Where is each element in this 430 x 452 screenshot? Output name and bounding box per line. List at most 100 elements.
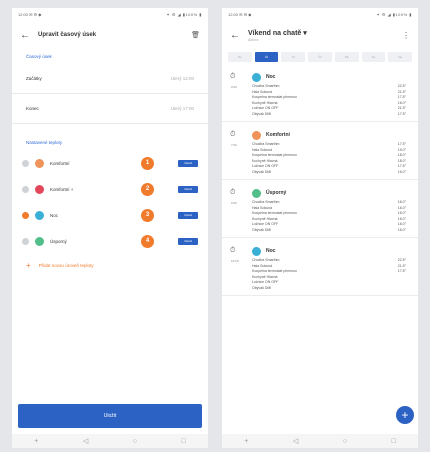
nav-back-icon[interactable]: ◁ (83, 437, 88, 445)
schedule-title[interactable]: Víkend na chatě ▾ (248, 29, 402, 37)
nav-plus-icon[interactable]: + (244, 438, 248, 445)
radio-button[interactable] (22, 237, 29, 245)
mode-icon (35, 158, 44, 168)
time-slot-card[interactable]: ⏱ Noc 0:00 Chodba Smarthm 22.5° Hala Sokuná 21… (222, 64, 418, 122)
nav-plus-icon[interactable]: + (34, 438, 38, 445)
trash-icon[interactable]: 🗑 (191, 31, 200, 39)
add-slot-fab[interactable]: + (396, 406, 414, 424)
slot-time: 16:00 (231, 259, 239, 263)
day-tab[interactable]: Čt (308, 52, 332, 62)
section-temps-label: Nastavené teploty (26, 140, 63, 145)
back-arrow-icon[interactable]: ← (20, 30, 34, 41)
day-tab[interactable]: Po (228, 52, 252, 62)
system-nav-bar: + ◁ ○ □ (222, 434, 418, 448)
start-label: Začátky (26, 76, 42, 81)
system-nav-bar: + ◁ ○ □ (12, 434, 208, 448)
edit-button[interactable]: Upravit (178, 159, 198, 167)
room-name: Obývák DMI (252, 285, 272, 290)
slot-time: 7:00 (231, 143, 237, 147)
mode-icon (252, 188, 261, 198)
edit-time-slot-screen: 12:00 ✉ ⚙ ◆ ✦ ⚙ ◢ ▮100% ▮ ← Upravit časo… (12, 8, 208, 448)
room-temp: 16.0° (397, 169, 406, 174)
nav-recents-icon[interactable]: □ (181, 438, 185, 445)
start-value: Úterý 12:00 (170, 76, 194, 81)
clock-icon: ⏱ (230, 189, 236, 196)
save-button[interactable]: Uložit (18, 404, 202, 428)
clock-icon: ⏱ (230, 247, 236, 254)
chevron-down-icon: ▾ (303, 29, 307, 37)
room-list: Chodba Smarthm 22.5° Hala Sokuná 21.5° Koupe… (252, 258, 410, 291)
more-menu-icon[interactable]: ⋮ (402, 31, 410, 40)
status-right: ✦ ⚙ ◢ ▮100% ▮ (376, 11, 412, 17)
temperature-row[interactable]: Komfortní 1 Upravit (12, 150, 208, 176)
day-tab[interactable]: Ne (388, 52, 413, 62)
section-time-label: Časový úsek (26, 54, 52, 59)
nav-home-icon[interactable]: ○ (343, 438, 347, 445)
end-value: Úterý 17:00 (170, 106, 194, 111)
nav-recents-icon[interactable]: □ (391, 438, 395, 445)
day-tabs: Po Út St Čt Pá So Ne (222, 50, 418, 64)
room-temp: 17.5° (397, 269, 406, 273)
edit-button[interactable]: Upravit (178, 185, 198, 193)
temperature-label: Komfortní (50, 160, 70, 166)
time-slot-card[interactable]: ⏱ Úsporný 9:00 Chodba Smarthm 16.0° Hala Soku… (222, 180, 418, 238)
slot-time: 0:00 (231, 85, 237, 89)
slot-time: 9:00 (231, 201, 237, 205)
clock-icon: ⏱ (230, 73, 236, 80)
room-list: Chodba Smarthm 17.5° Hala Sokuná 19.0° Koupe… (252, 142, 410, 175)
room-row: Obývák DMI (252, 286, 410, 292)
temperature-label: Úsporný (50, 238, 67, 244)
plus-icon: + (26, 260, 31, 270)
room-row: Obývák DMI 16.0° (252, 228, 410, 234)
edit-button[interactable]: Upravit (178, 211, 198, 219)
end-label: Konec (26, 106, 39, 111)
day-tab[interactable]: Út (254, 52, 279, 62)
status-left: 12:00 ✉ ⚙ ◆ (228, 11, 252, 17)
number-badge: 2 (141, 182, 154, 196)
time-slot-list: ⏱ Noc 0:00 Chodba Smarthm 22.5° Hala Sokuná 21… (222, 64, 418, 296)
app-bar: ← Upravit časový úsek 🗑 (12, 20, 208, 50)
mode-icon (252, 72, 261, 82)
temperature-row[interactable]: Komfortní + 2 Upravit (12, 176, 208, 202)
clock-icon: ⏱ (230, 131, 236, 138)
schedule-title-text: Víkend na chatě (248, 29, 302, 37)
nav-back-icon[interactable]: ◁ (293, 437, 298, 445)
time-slot-card[interactable]: ⏱ Noc 16:00 Chodba Smarthm 22.5° Hala Sokuná 2… (222, 238, 418, 296)
mode-icon (252, 130, 261, 140)
app-bar: ← Víkend na chatě ▾ Aktivní ⋮ (222, 20, 418, 50)
end-field[interactable]: Konec Úterý 17:00 (12, 94, 208, 124)
room-row: Obývák DMI 16.0° (252, 170, 410, 176)
temperature-row[interactable]: Úsporný 4 Upravit (12, 228, 208, 254)
day-tab[interactable]: Pá (334, 52, 359, 62)
radio-button[interactable] (22, 185, 29, 193)
room-temp: 17.5° (397, 111, 406, 116)
number-badge: 4 (141, 234, 154, 248)
edit-button[interactable]: Upravit (178, 237, 198, 245)
add-temperature-label: Přidat novou úroveň teploty (38, 262, 94, 268)
time-slot-card[interactable]: ⏱ Komfortní 7:00 Chodba Smarthm 17.5° Hala So… (222, 122, 418, 180)
schedule-subtitle: Aktivní (248, 37, 259, 42)
radio-button[interactable] (22, 159, 29, 167)
start-field[interactable]: Začátky Úterý 12:00 (12, 64, 208, 94)
room-row: Obývák DMI 17.5° (252, 112, 410, 118)
temperature-label: Noc (50, 212, 59, 218)
temperature-row[interactable]: Noc 3 Upravit (12, 202, 208, 228)
add-temperature-level-button[interactable]: + Přidat novou úroveň teploty (12, 254, 208, 276)
temperature-label: Komfortní + (50, 186, 74, 192)
number-badge: 1 (141, 156, 154, 170)
mode-icon (252, 246, 261, 256)
nav-home-icon[interactable]: ○ (133, 438, 137, 445)
room-temp: 16.0° (397, 227, 406, 232)
day-tab[interactable]: So (361, 52, 386, 62)
radio-button[interactable] (22, 211, 29, 219)
number-badge: 3 (141, 208, 154, 222)
day-tab[interactable]: St (281, 52, 306, 62)
room-name: Obývák DMI (252, 111, 272, 116)
page-title: Upravit časový úsek (38, 32, 97, 38)
status-bar: 12:00 ✉ ⚙ ◆ ✦ ⚙ ◢ ▮100% ▮ (222, 8, 418, 20)
back-arrow-icon[interactable]: ← (230, 30, 244, 41)
slot-mode-name: Komfortní (266, 132, 290, 138)
room-name: Obývák DMI (252, 169, 272, 174)
room-list: Chodba Smarthm 16.0° Hala Sokuná 16.0° Koupe… (252, 200, 410, 233)
schedule-screen: 12:00 ✉ ⚙ ◆ ✦ ⚙ ◢ ▮100% ▮ ← Víkend na ch… (222, 8, 418, 448)
